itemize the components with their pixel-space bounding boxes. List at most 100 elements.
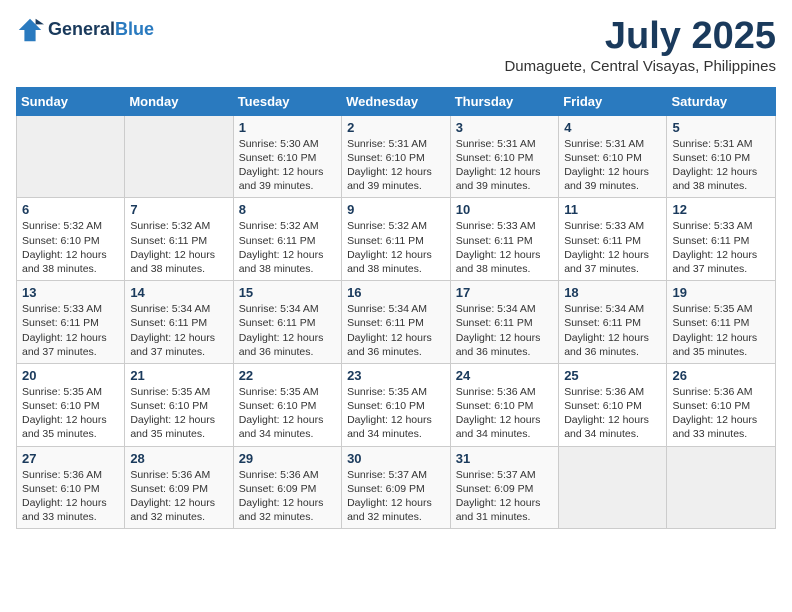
calendar-cell: 19 Sunrise: 5:35 AM Sunset: 6:11 PM Dayli… [667,281,776,364]
calendar-cell: 25 Sunrise: 5:36 AM Sunset: 6:10 PM Dayli… [559,363,667,446]
day-info: Sunrise: 5:32 AM Sunset: 6:11 PM Dayligh… [347,219,445,276]
day-number: 18 [564,285,661,300]
day-info: Sunrise: 5:35 AM Sunset: 6:10 PM Dayligh… [22,385,119,442]
calendar-cell: 26 Sunrise: 5:36 AM Sunset: 6:10 PM Dayli… [667,363,776,446]
day-header-monday: Monday [125,87,233,115]
day-info: Sunrise: 5:33 AM Sunset: 6:11 PM Dayligh… [564,219,661,276]
day-header-friday: Friday [559,87,667,115]
calendar-cell: 28Sunrise: 5:36 AM Sunset: 6:09 PM Dayli… [125,446,233,529]
page-header: GeneralBlue July 2025 Dumaguete, Central… [16,16,776,75]
day-number: 25 [564,368,661,383]
day-number: 13 [22,285,119,300]
calendar-cell [17,115,125,198]
calendar-cell: 12 Sunrise: 5:33 AM Sunset: 6:11 PM Dayli… [667,198,776,281]
day-header-saturday: Saturday [667,87,776,115]
day-number: 20 [22,368,119,383]
calendar-cell: 10Sunrise: 5:33 AM Sunset: 6:11 PM Dayli… [450,198,558,281]
calendar-table: SundayMondayTuesdayWednesdayThursdayFrid… [16,87,776,529]
calendar-cell: 4 Sunrise: 5:31 AM Sunset: 6:10 PM Daylig… [559,115,667,198]
calendar-cell: 24 Sunrise: 5:36 AM Sunset: 6:10 PM Dayli… [450,363,558,446]
day-info: Sunrise: 5:36 AM Sunset: 6:10 PM Dayligh… [564,385,661,442]
day-number: 22 [239,368,336,383]
calendar-cell: 11Sunrise: 5:33 AM Sunset: 6:11 PM Dayli… [559,198,667,281]
day-header-wednesday: Wednesday [342,87,451,115]
calendar-cell [125,115,233,198]
calendar-week-row: 1Sunrise: 5:30 AM Sunset: 6:10 PM Daylig… [17,115,776,198]
day-number: 21 [130,368,227,383]
subtitle: Dumaguete, Central Visayas, Philippines [504,58,776,75]
day-number: 1 [239,120,336,135]
day-header-sunday: Sunday [17,87,125,115]
day-info: Sunrise: 5:37 AM Sunset: 6:09 PM Dayligh… [456,468,553,525]
day-number: 17 [456,285,553,300]
day-info: Sunrise: 5:36 AM Sunset: 6:09 PM Dayligh… [239,468,336,525]
day-info: Sunrise: 5:36 AM Sunset: 6:10 PM Dayligh… [22,468,119,525]
calendar-cell: 30 Sunrise: 5:37 AM Sunset: 6:09 PM Dayli… [342,446,451,529]
day-info: Sunrise: 5:31 AM Sunset: 6:10 PM Dayligh… [672,137,770,194]
day-info: Sunrise: 5:33 AM Sunset: 6:11 PM Dayligh… [672,219,770,276]
day-info: Sunrise: 5:33 AM Sunset: 6:11 PM Dayligh… [456,219,553,276]
day-info: Sunrise: 5:32 AM Sunset: 6:11 PM Dayligh… [130,219,227,276]
calendar-cell [667,446,776,529]
calendar-week-row: 13Sunrise: 5:33 AM Sunset: 6:11 PM Dayli… [17,281,776,364]
day-number: 30 [347,451,445,466]
calendar-cell: 27Sunrise: 5:36 AM Sunset: 6:10 PM Dayli… [17,446,125,529]
day-info: Sunrise: 5:31 AM Sunset: 6:10 PM Dayligh… [564,137,661,194]
day-info: Sunrise: 5:36 AM Sunset: 6:10 PM Dayligh… [672,385,770,442]
day-number: 12 [672,202,770,217]
day-number: 14 [130,285,227,300]
calendar-cell: 29Sunrise: 5:36 AM Sunset: 6:09 PM Dayli… [233,446,341,529]
day-number: 4 [564,120,661,135]
day-info: Sunrise: 5:34 AM Sunset: 6:11 PM Dayligh… [456,302,553,359]
day-number: 5 [672,120,770,135]
calendar-cell: 23Sunrise: 5:35 AM Sunset: 6:10 PM Dayli… [342,363,451,446]
calendar-cell: 5 Sunrise: 5:31 AM Sunset: 6:10 PM Daylig… [667,115,776,198]
day-info: Sunrise: 5:34 AM Sunset: 6:11 PM Dayligh… [130,302,227,359]
day-info: Sunrise: 5:34 AM Sunset: 6:11 PM Dayligh… [564,302,661,359]
calendar-cell: 17 Sunrise: 5:34 AM Sunset: 6:11 PM Dayli… [450,281,558,364]
calendar-cell: 7 Sunrise: 5:32 AM Sunset: 6:11 PM Daylig… [125,198,233,281]
day-info: Sunrise: 5:34 AM Sunset: 6:11 PM Dayligh… [239,302,336,359]
calendar-cell: 31 Sunrise: 5:37 AM Sunset: 6:09 PM Dayli… [450,446,558,529]
calendar-cell: 1Sunrise: 5:30 AM Sunset: 6:10 PM Daylig… [233,115,341,198]
calendar-cell [559,446,667,529]
logo-general-text: GeneralBlue [48,20,154,40]
day-info: Sunrise: 5:36 AM Sunset: 6:10 PM Dayligh… [456,385,553,442]
calendar-cell: 8 Sunrise: 5:32 AM Sunset: 6:11 PM Daylig… [233,198,341,281]
day-number: 26 [672,368,770,383]
calendar-cell: 6Sunrise: 5:32 AM Sunset: 6:10 PM Daylig… [17,198,125,281]
day-info: Sunrise: 5:34 AM Sunset: 6:11 PM Dayligh… [347,302,445,359]
day-header-tuesday: Tuesday [233,87,341,115]
month-title: July 2025 [504,16,776,58]
day-info: Sunrise: 5:31 AM Sunset: 6:10 PM Dayligh… [456,137,553,194]
calendar-header-row: SundayMondayTuesdayWednesdayThursdayFrid… [17,87,776,115]
day-number: 9 [347,202,445,217]
day-info: Sunrise: 5:35 AM Sunset: 6:10 PM Dayligh… [130,385,227,442]
calendar-cell: 14 Sunrise: 5:34 AM Sunset: 6:11 PM Dayli… [125,281,233,364]
calendar-cell: 16 Sunrise: 5:34 AM Sunset: 6:11 PM Dayli… [342,281,451,364]
calendar-cell: 15 Sunrise: 5:34 AM Sunset: 6:11 PM Dayli… [233,281,341,364]
day-info: Sunrise: 5:35 AM Sunset: 6:10 PM Dayligh… [239,385,336,442]
day-number: 31 [456,451,553,466]
day-number: 16 [347,285,445,300]
day-number: 7 [130,202,227,217]
calendar-cell: 9 Sunrise: 5:32 AM Sunset: 6:11 PM Daylig… [342,198,451,281]
calendar-week-row: 20 Sunrise: 5:35 AM Sunset: 6:10 PM Dayli… [17,363,776,446]
day-header-thursday: Thursday [450,87,558,115]
calendar-week-row: 6Sunrise: 5:32 AM Sunset: 6:10 PM Daylig… [17,198,776,281]
day-number: 15 [239,285,336,300]
day-number: 19 [672,285,770,300]
day-info: Sunrise: 5:37 AM Sunset: 6:09 PM Dayligh… [347,468,445,525]
logo: GeneralBlue [16,16,154,44]
title-block: July 2025 Dumaguete, Central Visayas, Ph… [504,16,776,75]
day-info: Sunrise: 5:32 AM Sunset: 6:10 PM Dayligh… [22,219,119,276]
day-info: Sunrise: 5:35 AM Sunset: 6:11 PM Dayligh… [672,302,770,359]
day-number: 8 [239,202,336,217]
day-info: Sunrise: 5:36 AM Sunset: 6:09 PM Dayligh… [130,468,227,525]
day-number: 23 [347,368,445,383]
calendar-cell: 18 Sunrise: 5:34 AM Sunset: 6:11 PM Dayli… [559,281,667,364]
day-info: Sunrise: 5:32 AM Sunset: 6:11 PM Dayligh… [239,219,336,276]
calendar-cell: 21 Sunrise: 5:35 AM Sunset: 6:10 PM Dayli… [125,363,233,446]
calendar-cell: 22 Sunrise: 5:35 AM Sunset: 6:10 PM Dayli… [233,363,341,446]
day-number: 24 [456,368,553,383]
